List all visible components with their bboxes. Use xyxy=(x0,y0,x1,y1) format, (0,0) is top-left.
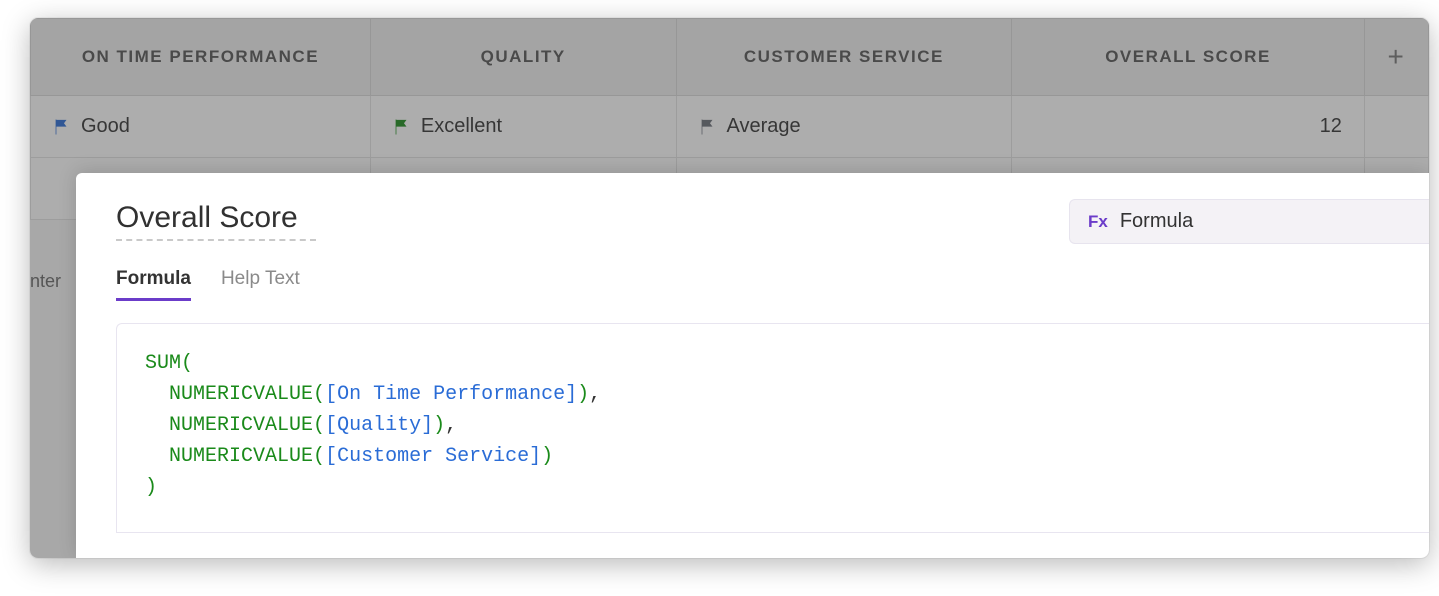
formula-editor[interactable]: SUM( NUMERICVALUE([On Time Performance])… xyxy=(116,323,1429,533)
column-type-selector[interactable]: Fx Formula xyxy=(1069,199,1429,244)
tab-formula[interactable]: Formula xyxy=(116,268,191,301)
truncated-label: nter xyxy=(30,271,61,292)
column-editor-panel: Overall Score Fx Formula Formula Help Te… xyxy=(76,173,1429,558)
column-type-label: Formula xyxy=(1120,210,1193,233)
tab-help-text[interactable]: Help Text xyxy=(221,268,300,301)
panel-tabs: Formula Help Text xyxy=(116,268,1429,301)
column-name-input[interactable]: Overall Score xyxy=(116,201,316,241)
fx-icon: Fx xyxy=(1088,212,1108,232)
formula-code: SUM( NUMERICVALUE([On Time Performance])… xyxy=(145,348,1401,503)
